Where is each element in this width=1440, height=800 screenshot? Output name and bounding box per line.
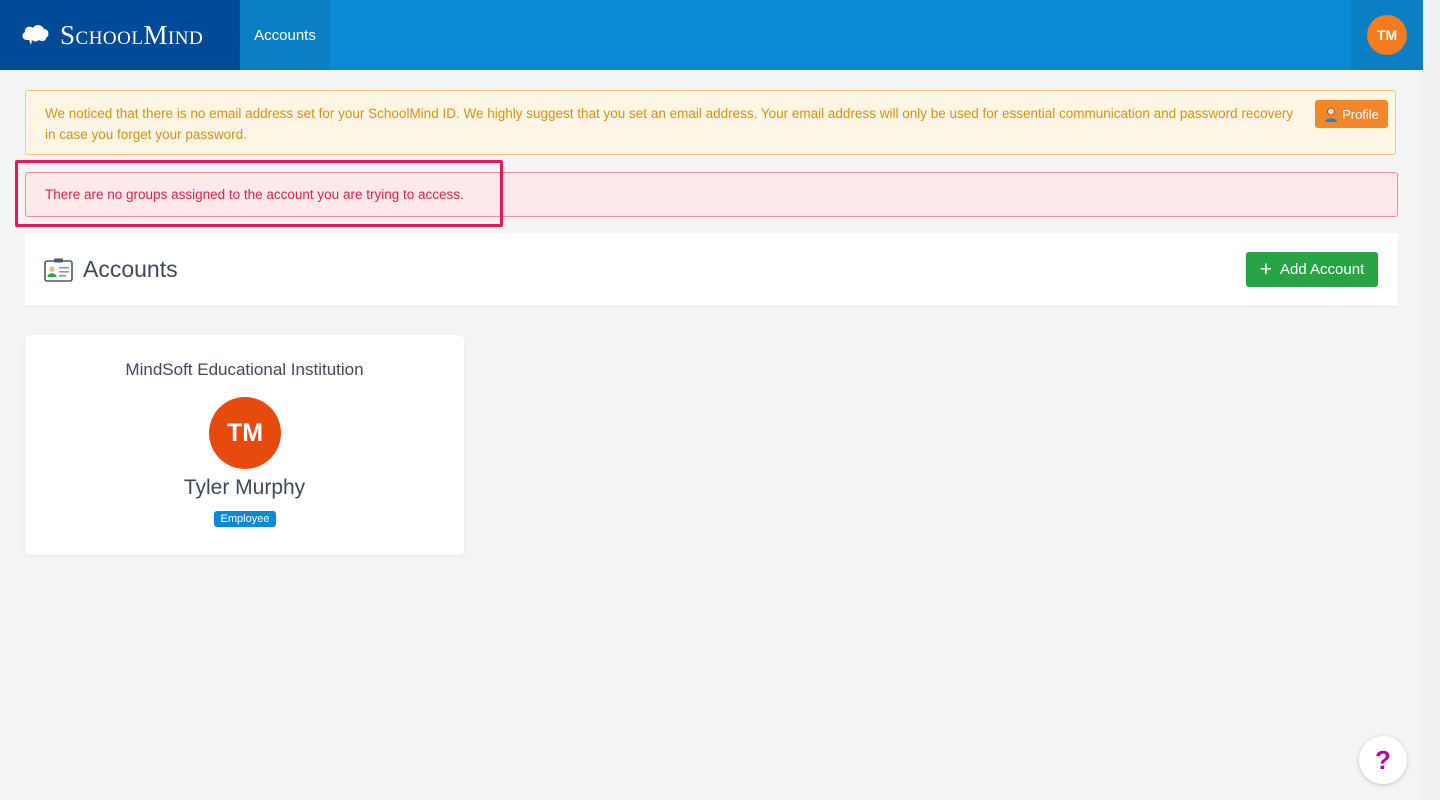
plus-icon: + [1259,258,1273,281]
nav-accounts[interactable]: Accounts [240,0,330,70]
scrollbar[interactable] [1423,0,1440,800]
account-card[interactable]: MindSoft Educational Institution TM Tyle… [25,335,464,555]
role-badge: Employee [214,511,276,527]
add-account-button[interactable]: + Add Account [1246,252,1378,287]
avatar: TM [209,397,281,469]
accounts-header-panel: Accounts + Add Account [25,233,1398,307]
cloud-icon [22,25,49,45]
profile-button-label: Profile [1342,106,1379,122]
highlight-annotation [15,160,503,227]
email-warning-text: We noticed that there is no email addres… [45,106,1294,142]
user-avatar-button[interactable]: TM [1367,15,1407,55]
brand-logo[interactable]: SchoolMind [0,0,240,70]
top-navbar: SchoolMind Accounts TM [0,0,1423,70]
brand-name: SchoolMind [60,19,204,50]
add-account-label: Add Account [1280,261,1365,278]
page-title: Accounts [83,256,178,282]
profile-button[interactable]: Profile [1315,100,1388,128]
id-card-icon [44,258,73,282]
help-button[interactable]: ? [1359,736,1407,784]
user-icon [1325,107,1338,122]
organization-name: MindSoft Educational Institution [125,360,364,379]
email-warning-alert: We noticed that there is no email addres… [25,90,1396,155]
question-icon: ? [1375,744,1391,775]
account-holder-name: Tyler Murphy [183,476,306,499]
